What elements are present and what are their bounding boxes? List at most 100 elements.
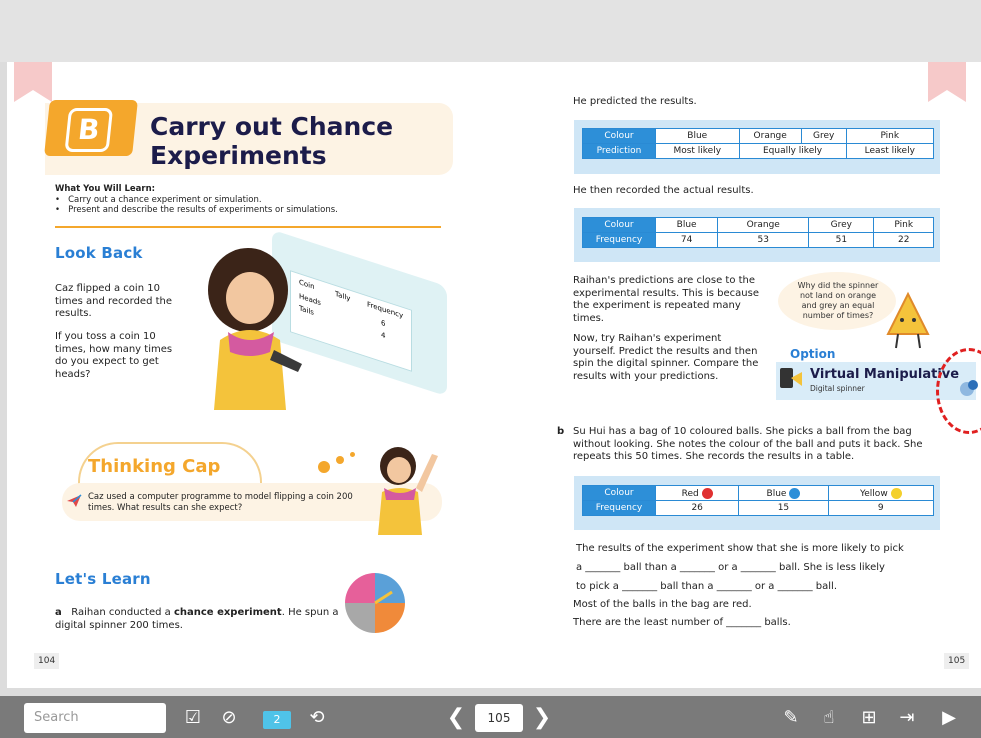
table-header-cell: Frequency: [582, 500, 656, 516]
table-cell: Yellow: [827, 485, 935, 501]
table-cell: 51: [808, 232, 875, 248]
fill-in-line-5: There are the least number of _______ ba…: [573, 617, 791, 628]
colour-yellow-label: Yellow: [859, 488, 888, 499]
page-number-input[interactable]: 105: [475, 704, 523, 732]
look-back-heading: Look Back: [55, 244, 143, 262]
table-cell: Grey: [808, 217, 875, 233]
fill-in-line-4: Most of the balls in the bag are red.: [573, 599, 752, 610]
fill-in-line-1: The results of the experiment show that …: [576, 543, 904, 554]
objective-text: Present and describe the results of expe…: [68, 205, 338, 215]
table-header-cell: Colour: [582, 217, 656, 233]
exit-icon[interactable]: ⇥: [894, 705, 920, 731]
page-number-right: 105: [944, 653, 970, 669]
blue-ball-icon: [789, 487, 801, 499]
paragraph-1: Raihan's predictions are close to the ex…: [573, 275, 759, 324]
table-header-cell: Prediction: [582, 143, 656, 159]
colour-blue-label: Blue: [766, 488, 787, 499]
predicted-text: He predicted the results.: [573, 96, 697, 107]
frequency-table: Colour Blue Orange Grey Pink Frequency 7…: [582, 217, 934, 248]
tally-tails-value: 4: [381, 330, 386, 341]
table-cell: 22: [873, 232, 934, 248]
paper-plane-icon: [67, 494, 82, 507]
section-badge: B: [44, 100, 138, 156]
table-header-cell: Colour: [582, 485, 656, 501]
lets-learn-heading: Let's Learn: [55, 570, 151, 588]
table-cell: 53: [717, 232, 810, 248]
option-label: Option: [790, 347, 836, 361]
rotate-icon[interactable]: ⟲: [304, 705, 330, 731]
title-line-2: Experiments: [150, 141, 327, 170]
table-cell: Blue: [655, 128, 740, 144]
table-cell: 26: [654, 500, 740, 516]
page-number-left: 104: [34, 653, 60, 669]
bookmark-icon[interactable]: 2: [260, 705, 294, 731]
table-cell: 15: [738, 500, 829, 516]
table-cell: Orange: [738, 128, 802, 144]
item-a: a Raihan conducted a chance experiment. …: [55, 607, 345, 632]
table-cell: Grey: [800, 128, 847, 144]
table-cell: 9: [827, 500, 935, 516]
section-letter: B: [64, 108, 114, 152]
table-cell: Red: [654, 485, 740, 501]
search-input[interactable]: Search: [24, 703, 166, 733]
table-cell: Blue: [738, 485, 829, 501]
hotspot-icon[interactable]: [958, 378, 980, 398]
red-ball-icon: [701, 487, 713, 499]
speech-bubble-text: Why did the spinner not land on orange a…: [797, 281, 879, 320]
objectives-heading: What You Will Learn:: [55, 184, 156, 194]
pen-icon[interactable]: ✎: [778, 705, 804, 731]
item-b-text: Su Hui has a bag of 10 coloured balls. S…: [573, 426, 923, 462]
table-header-cell: Colour: [582, 128, 656, 144]
table-header-cell: Frequency: [582, 232, 656, 248]
fill-in-line-2: a _______ ball than a _______ or a _____…: [576, 562, 885, 573]
pointer-icon[interactable]: ☝: [816, 705, 842, 731]
paragraph-2: Now, try Raihan's experiment yourself. P…: [573, 333, 759, 382]
bookmark-count: 2: [263, 711, 291, 729]
prev-page-icon[interactable]: ❮: [443, 705, 469, 731]
tablet-icon: [780, 368, 802, 388]
checkmark-doc-icon[interactable]: ☑: [180, 705, 206, 731]
learning-objectives: What You Will Learn: • Carry out a chanc…: [55, 184, 455, 216]
item-a-text-pre: Raihan conducted a: [71, 607, 174, 618]
ball-table: Colour Red Blue Yellow Frequency 26 15 9: [582, 485, 935, 516]
grid-icon[interactable]: ⊞: [856, 705, 882, 731]
table-cell: Most likely: [655, 143, 740, 159]
table-cell: Pink: [845, 128, 935, 144]
table-cell: Equally likely: [738, 143, 847, 159]
objective-text: Carry out a chance experiment or simulat…: [68, 194, 262, 205]
decor-dot: [350, 452, 355, 457]
item-a-label: a: [55, 607, 62, 618]
thinking-cap-heading: Thinking Cap: [88, 456, 221, 477]
item-b-label: b: [557, 426, 565, 437]
fill-in-line-3: to pick a _______ ball than a _______ or…: [576, 581, 838, 592]
look-back-text-1: Caz flipped a coin 10 times and recorded…: [55, 283, 173, 319]
title-line-1: Carry out Chance: [150, 112, 394, 141]
table-cell: Orange: [717, 217, 810, 233]
page-title: Carry out Chance Experiments: [150, 112, 440, 170]
play-icon[interactable]: ▶: [936, 705, 962, 731]
item-a-bold: chance experiment: [173, 607, 282, 618]
hide-icon[interactable]: ⊘: [216, 705, 242, 731]
table-cell: Pink: [873, 217, 934, 233]
table-cell: Blue: [654, 217, 719, 233]
decor-dot: [318, 461, 330, 473]
objective-item-1: • Carry out a chance experiment or simul…: [55, 194, 262, 205]
colour-red-label: Red: [681, 488, 699, 499]
yellow-ball-icon: [890, 487, 902, 499]
prediction-table: Colour Blue Orange Grey Pink Prediction …: [582, 128, 935, 159]
virtual-manipulative-subtitle: Digital spinner: [810, 384, 865, 393]
recorded-text: He then recorded the actual results.: [573, 185, 754, 196]
thinking-cap-text: Caz used a computer programme to model f…: [88, 492, 353, 513]
decor-dot: [336, 456, 344, 464]
girl-illustration: [208, 248, 302, 410]
triangle-mascot-illustration: [886, 291, 930, 349]
next-page-icon[interactable]: ❯: [529, 705, 555, 731]
table-cell: Least likely: [845, 143, 935, 159]
spinner-illustration: [345, 573, 405, 633]
table-cell: 74: [654, 232, 719, 248]
top-bar: [0, 0, 981, 62]
look-back-text-2: If you toss a coin 10 times, how many ti…: [55, 331, 173, 380]
tally-heads-value: 6: [381, 318, 386, 329]
girl-waving-illustration: [378, 447, 438, 535]
objective-item-2: • Present and describe the results of ex…: [55, 205, 338, 215]
